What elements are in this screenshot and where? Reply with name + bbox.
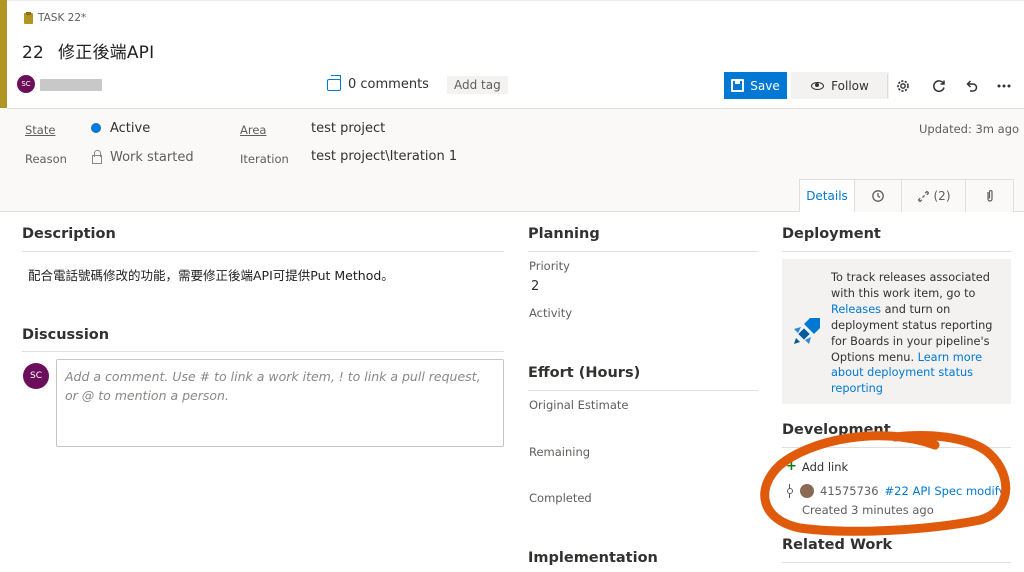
- eye-icon: [811, 81, 825, 90]
- assigned-to-avatar[interactable]: SC: [17, 75, 35, 93]
- lock-icon: [91, 150, 102, 164]
- comments-count-link[interactable]: 0 comments: [327, 74, 429, 92]
- reason-value: Work started: [110, 150, 194, 165]
- discussion-heading: Discussion: [22, 327, 110, 343]
- history-icon: [872, 190, 884, 202]
- development-heading: Development: [782, 422, 891, 438]
- tab-attachments[interactable]: [966, 180, 1013, 212]
- description-heading: Description: [22, 226, 116, 242]
- work-item-title[interactable]: 22 修正後端API: [22, 38, 154, 63]
- state-color-dot: [91, 123, 101, 133]
- deployment-heading: Deployment: [782, 226, 881, 242]
- work-item-type-label: TASK 22*: [38, 12, 87, 24]
- commit-id: 41575736: [820, 484, 879, 498]
- form-tabs: Details (2): [799, 179, 1014, 212]
- completed-label: Completed: [529, 491, 592, 505]
- discussion-divider: [22, 351, 504, 352]
- attachment-icon: [986, 189, 993, 202]
- deployment-text-part1: To track releases associated with this w…: [831, 271, 990, 300]
- follow-button[interactable]: Follow: [791, 72, 889, 99]
- activity-label: Activity: [529, 306, 573, 320]
- tab-details[interactable]: Details: [800, 180, 855, 212]
- refresh-icon: [933, 80, 945, 93]
- related-work-heading: Related Work: [782, 537, 893, 553]
- planning-divider: [528, 251, 758, 252]
- commit-icon: [785, 484, 794, 498]
- save-button[interactable]: Save: [724, 72, 787, 99]
- original-estimate-label: Original Estimate: [529, 398, 629, 412]
- commit-author-avatar: [800, 484, 814, 498]
- comment-input[interactable]: Add a comment. Use # to link a work item…: [56, 359, 504, 447]
- effort-heading: Effort (Hours): [528, 365, 641, 381]
- assigned-to-name-redacted[interactable]: [40, 79, 102, 91]
- deployment-info-panel: To track releases associated with this w…: [782, 259, 1011, 404]
- development-divider: [782, 447, 1011, 448]
- plus-icon: +: [786, 459, 797, 474]
- add-link-button[interactable]: + Add link: [786, 459, 848, 474]
- commit-message-link[interactable]: #22 API Spec modify: [885, 484, 1006, 498]
- rocket-icon: [794, 318, 820, 344]
- refresh-button[interactable]: [927, 74, 951, 98]
- undo-button[interactable]: [959, 74, 983, 98]
- planning-heading: Planning: [528, 226, 600, 242]
- clipboard-icon: [24, 11, 33, 24]
- link-icon: [917, 190, 929, 202]
- deployment-info-text: To track releases associated with this w…: [831, 270, 1009, 397]
- iteration-label: Iteration: [240, 152, 289, 166]
- work-item-type-color-bar: [0, 0, 7, 108]
- follow-button-label: Follow: [831, 78, 869, 93]
- undo-icon: [966, 80, 978, 92]
- priority-label: Priority: [529, 259, 570, 273]
- related-work-divider: [782, 562, 1011, 563]
- tab-history[interactable]: [855, 180, 902, 212]
- work-item-type: TASK 22*: [24, 11, 87, 24]
- more-icon: [997, 84, 1011, 88]
- description-divider: [22, 251, 504, 252]
- area-value[interactable]: test project: [311, 121, 385, 136]
- commit-created-time: Created 3 minutes ago: [802, 503, 934, 517]
- area-label: Area: [240, 123, 267, 137]
- gear-icon: [896, 80, 909, 92]
- links-count: (2): [933, 189, 951, 203]
- state-value[interactable]: Active: [110, 121, 150, 136]
- description-text[interactable]: 配合電話號碼修改的功能，需要修正後端API可提供Put Method。: [28, 265, 394, 284]
- save-icon: [731, 79, 745, 92]
- work-item-form: TASK 22* 22 修正後端API SC 0 comments Add tag…: [0, 0, 1024, 572]
- priority-value[interactable]: 2: [531, 279, 539, 294]
- remaining-label: Remaining: [529, 445, 591, 459]
- add-tag-button[interactable]: Add tag: [447, 76, 508, 94]
- iteration-value[interactable]: test project\Iteration 1: [311, 149, 457, 164]
- work-item-id: 22: [22, 43, 45, 63]
- comments-count: 0 comments: [348, 77, 429, 92]
- comments-icon: [327, 74, 341, 91]
- commit-link-row[interactable]: 41575736 #22 API Spec modify: [785, 484, 1005, 498]
- settings-button[interactable]: [887, 74, 917, 98]
- state-label: State: [25, 123, 56, 137]
- deployment-divider: [782, 251, 1011, 252]
- updated-timestamp: Updated: 3m ago: [919, 122, 1020, 136]
- save-button-label: Save: [750, 78, 780, 93]
- reason-label: Reason: [25, 152, 67, 166]
- work-item-title-text[interactable]: 修正後端API: [58, 43, 154, 63]
- add-link-label: Add link: [801, 459, 849, 474]
- releases-link[interactable]: Releases: [831, 303, 881, 316]
- commenter-avatar: SC: [23, 363, 49, 389]
- tab-links[interactable]: (2): [902, 180, 966, 212]
- more-actions-button[interactable]: [992, 74, 1016, 98]
- effort-divider: [528, 390, 758, 391]
- implementation-heading: Implementation: [528, 550, 658, 566]
